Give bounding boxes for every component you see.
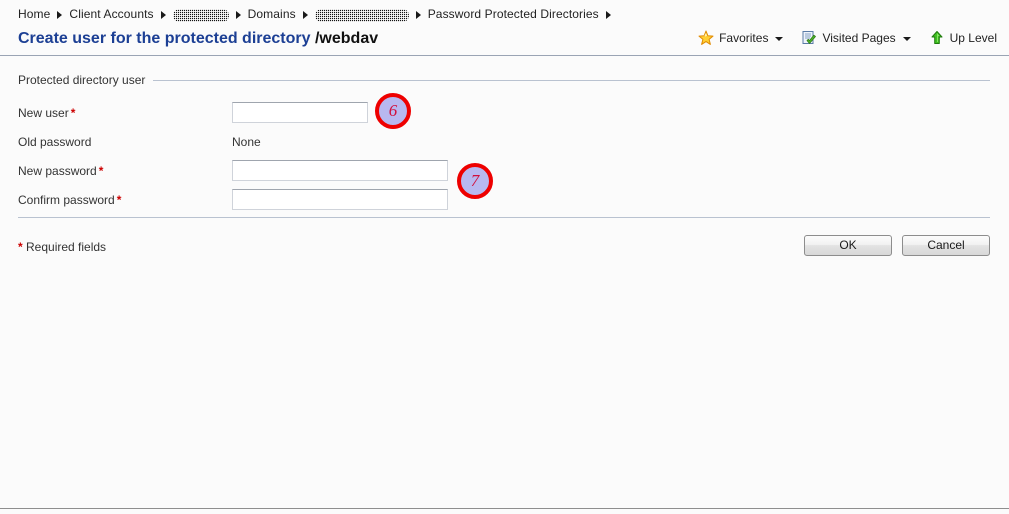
breadcrumb-separator-icon [57,10,63,19]
required-asterisk: * [98,163,104,178]
chevron-down-icon [902,37,911,41]
page-check-icon [801,30,817,46]
breadcrumb-separator-icon [235,10,241,19]
form-row-old-password: Old password None [18,127,990,156]
favorites-label: Favorites [719,31,769,45]
page-title-text: Create user for the protected directory [18,30,311,47]
protected-directory-user-section: Protected directory user New user * Old p… [18,72,990,214]
ok-button[interactable]: OK [804,235,892,256]
up-level-button[interactable]: Up Level [929,30,997,46]
visited-pages-menu[interactable]: Visited Pages [801,30,911,46]
footer-divider [18,217,990,218]
section-legend: Protected directory user [18,72,990,88]
star-icon [698,30,714,46]
breadcrumb-item-redacted-account[interactable] [172,9,229,22]
green-up-arrow-icon [929,30,945,46]
form-row-new-password: New password * [18,156,990,185]
breadcrumb-separator-icon [415,10,421,19]
visited-pages-label: Visited Pages [822,31,896,45]
old-password-label: Old password [18,134,92,149]
breadcrumb-separator-icon [605,10,611,19]
new-user-label: New user * [18,105,76,120]
breadcrumb-separator-icon [160,10,166,19]
up-level-label: Up Level [949,31,997,45]
annotation-badge-7: 7 [457,163,493,199]
section-legend-label: Protected directory user [18,73,146,87]
page-title-directory: /webdav [314,30,379,47]
new-password-input[interactable] [232,160,448,181]
required-asterisk: * [70,105,76,120]
form-row-new-user: New user * [18,98,990,127]
confirm-password-label: Confirm password * [18,192,122,207]
form-actions: OK Cancel [804,235,990,256]
new-user-input[interactable] [232,102,368,123]
required-fields-text: Required fields [26,240,107,254]
header-divider [0,55,1009,56]
page-root: Home Client Accounts Domains Password Pr… [0,0,1009,514]
section-legend-rule [153,79,990,81]
cancel-button[interactable]: Cancel [902,235,990,256]
breadcrumb-item-password-protected-directories[interactable]: Password Protected Directories [428,7,599,21]
breadcrumb-item-home[interactable]: Home [18,7,50,21]
required-asterisk: * [116,192,122,207]
favorites-menu[interactable]: Favorites [698,30,784,46]
form-row-confirm-password: Confirm password * [18,185,990,214]
breadcrumb-separator-icon [302,10,308,19]
breadcrumb-item-redacted-domain[interactable] [314,9,409,22]
required-asterisk: * [18,240,23,254]
old-password-value: None [232,134,261,149]
breadcrumb-item-client-accounts[interactable]: Client Accounts [69,7,153,21]
form-rows: New user * Old password None New password… [18,98,990,214]
new-password-label: New password * [18,163,104,178]
page-bottom-divider [0,508,1009,509]
header-toolbar: Favorites Visited Pages Up Level [698,30,997,46]
required-fields-note: * Required fields [18,240,106,254]
breadcrumb-item-domains[interactable]: Domains [248,7,296,21]
page-title: Create user for the protected directory … [18,30,378,48]
confirm-password-input[interactable] [232,189,448,210]
chevron-down-icon [775,37,784,41]
annotation-badge-6: 6 [375,93,411,129]
breadcrumb: Home Client Accounts Domains Password Pr… [0,0,1009,27]
